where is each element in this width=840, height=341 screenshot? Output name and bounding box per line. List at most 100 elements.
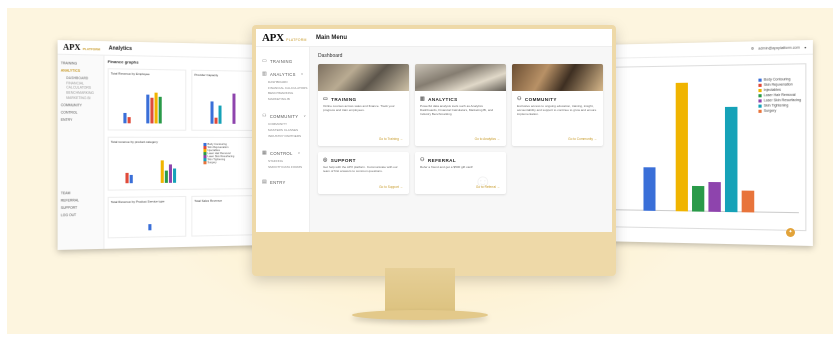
legend-item: Body Contouring [758,77,801,82]
card-description: Get help with the APX platform. Communic… [318,166,409,174]
mini-chart-card: Provider Capacity [191,70,261,131]
mini-chart-title: Total revenue by product category [109,138,260,146]
legend-item: Surgery [758,108,801,112]
card-title: SUPPORT [331,158,356,163]
left-sidebar-item[interactable]: SUPPORT [61,205,100,210]
left-sidebar-subitem[interactable]: MARKETING BI [61,96,100,101]
left-screen-sidebar: TRAINING ANALYTICS DASHBOARD FINANCIAL C… [58,55,105,250]
card-title: ANALYTICS [428,97,457,102]
left-sidebar-item[interactable]: TEAM [61,191,100,196]
sidebar-subitem-marketing-bi[interactable]: MARKETING BI [262,98,309,102]
people-icon: ⚇ [262,113,267,119]
left-sidebar-item[interactable]: LOG OUT [61,213,100,218]
left-sidebar-item[interactable]: COMMUNITY [61,103,100,108]
mini-bar [219,106,222,124]
training-card[interactable]: ▭ TRAINING Online courses across sales an… [318,64,409,146]
sidebar-subitem-masters-classes[interactable]: MASTERS CLASSES [262,129,309,133]
community-photo [512,64,603,91]
left-sidebar-item[interactable]: REFERRAL [61,198,100,203]
sidebar-item-training[interactable]: ▭ TRAINING [262,58,309,64]
mini-bar [130,175,133,183]
book-icon: ▭ [262,58,267,64]
chart-legend: Body Contouring Skin Rejuvenation Injectab… [758,77,801,114]
chart-bar[interactable] [692,186,704,212]
chart-icon: ▥ [420,96,425,102]
avatar[interactable]: ● [804,45,806,49]
right-chart-screen: ⚙ admin@apxplatform.com ● Body Contourin… [597,40,813,246]
chart-bar[interactable] [676,83,688,212]
go-to-referral-link[interactable]: Go to Referral → [476,185,500,189]
mini-legend: Body Contouring Skin Rejuvenation Inject… [203,143,234,164]
left-sidebar-item[interactable]: CONTROL [61,110,100,114]
mini-bar [165,171,168,183]
sidebar-item-analytics[interactable]: ▥ ANALYTICS ∨ [262,71,309,77]
monitor-display: APX PLATFORM Main Menu ▭ TRAINING ▥ ANAL… [256,29,612,232]
sidebar-subitem-community[interactable]: COMMUNITY [262,123,309,127]
book-icon: ▭ [323,96,328,102]
left-sidebar-subitem[interactable]: BENCHMARKING [61,90,100,95]
apx-logo[interactable]: APX PLATFORM [256,32,310,44]
card-title: COMMUNITY [525,97,557,102]
mini-chart-card: Total revenue by product category Body C… [108,137,261,191]
legend-item: Surgery [203,161,234,164]
mini-bar [173,168,176,182]
mini-bar [128,117,131,123]
sidebar-subitem-industry-partners[interactable]: INDUSTRY PARTNERS [262,135,309,139]
left-sidebar-subitem[interactable]: FINANCIAL CALCULATORS [61,81,100,90]
user-email[interactable]: admin@apxplatform.com [758,45,799,50]
settings-icon[interactable]: ⚙ [751,46,754,50]
mini-bar [155,93,158,124]
left-screen-heading: Finance graphs [108,59,264,67]
chevron-down-icon: ∨ [303,114,306,118]
sidebar-subitem-dashboard[interactable]: DASHBOARD [262,81,309,85]
chart-bar[interactable] [643,167,655,210]
chart-bar[interactable] [708,182,720,212]
left-sidebar-item[interactable]: TRAINING [61,61,100,66]
mini-bar [125,173,128,183]
left-sidebar-item[interactable]: ENTRY [61,118,100,122]
card-description: Exclusive access to ongoing education, t… [512,105,603,116]
card-title: REFERRAL [428,158,456,163]
monitor-stand-neck [385,268,455,314]
mini-chart-card: Total Revenue by Product Service type [108,196,187,238]
go-to-support-link[interactable]: Go to Support → [379,185,403,189]
sidebar-item-control[interactable]: ▦ CONTROL ∨ [262,150,309,156]
left-sidebar-subitem[interactable]: DASHBOARD [61,76,100,81]
go-to-training-link[interactable]: Go to Training → [379,137,403,141]
help-chat-button[interactable]: ✦ [786,228,795,237]
marketing-frame: APX PLATFORM Analytics TRAINING ANALYTIC… [7,8,833,334]
sidebar-subitem-financial-calculators[interactable]: FINANCIAL CALCULATORS [262,87,309,91]
analytics-card[interactable]: ▥ ANALYTICS Powerful data analysis tools … [415,64,506,146]
page-header-title: Main Menu [310,35,347,41]
grid-icon: ▦ [262,150,267,156]
sidebar-subitem-benchmarking[interactable]: BENCHMARKING [262,92,309,96]
legend-item: Skin Tightening [758,103,801,108]
mini-bar [159,97,162,124]
support-card[interactable]: ◎ SUPPORT Get help with the APX platform.… [318,152,409,194]
dashboard-main: Dashboard ▭ TRAINING Online courses acros… [310,47,612,232]
sidebar-item-community[interactable]: ⚇ COMMUNITY ∨ [262,113,309,119]
people-icon: ⚇ [517,96,522,102]
chevron-down-icon: ∨ [301,72,304,76]
mini-bar [146,95,149,124]
chart-bar[interactable] [742,190,755,212]
go-to-analytics-link[interactable]: Go to Analytics → [475,137,500,141]
monitor-stand-base [352,310,488,320]
sidebar: ▭ TRAINING ▥ ANALYTICS ∨ DASHBOARD FINAN… [256,47,310,232]
sidebar-subitem-smooth-data-forms[interactable]: SMOOTH DATA FORMS [262,166,309,170]
go-to-community-link[interactable]: Go to Community → [568,137,597,141]
left-sidebar-item[interactable]: ANALYTICS [61,68,100,73]
sidebar-subitem-staffing[interactable]: STAFFING [262,160,309,164]
mini-bar [150,98,153,124]
card-description: Online courses across sales and finance.… [318,105,409,113]
card-title: TRAINING [331,97,356,102]
mini-bar [211,101,214,123]
chart-bar[interactable] [725,107,737,212]
revenue-bar-chart: Body Contouring Skin Rejuvenation Injectab… [603,63,807,231]
sidebar-item-entry[interactable]: ▤ ENTRY [262,179,309,185]
left-screen-logo: APX PLATFORM [58,42,109,53]
left-screen-title: Analytics [109,45,132,52]
mini-chart-card: Total Sales Revenue [191,195,261,237]
referral-card[interactable]: ☺ ⚇ REFERRAL Refer a friend and get a $50… [415,152,506,194]
community-card[interactable]: ⚇ COMMUNITY Exclusive access to ongoing e… [512,64,603,146]
